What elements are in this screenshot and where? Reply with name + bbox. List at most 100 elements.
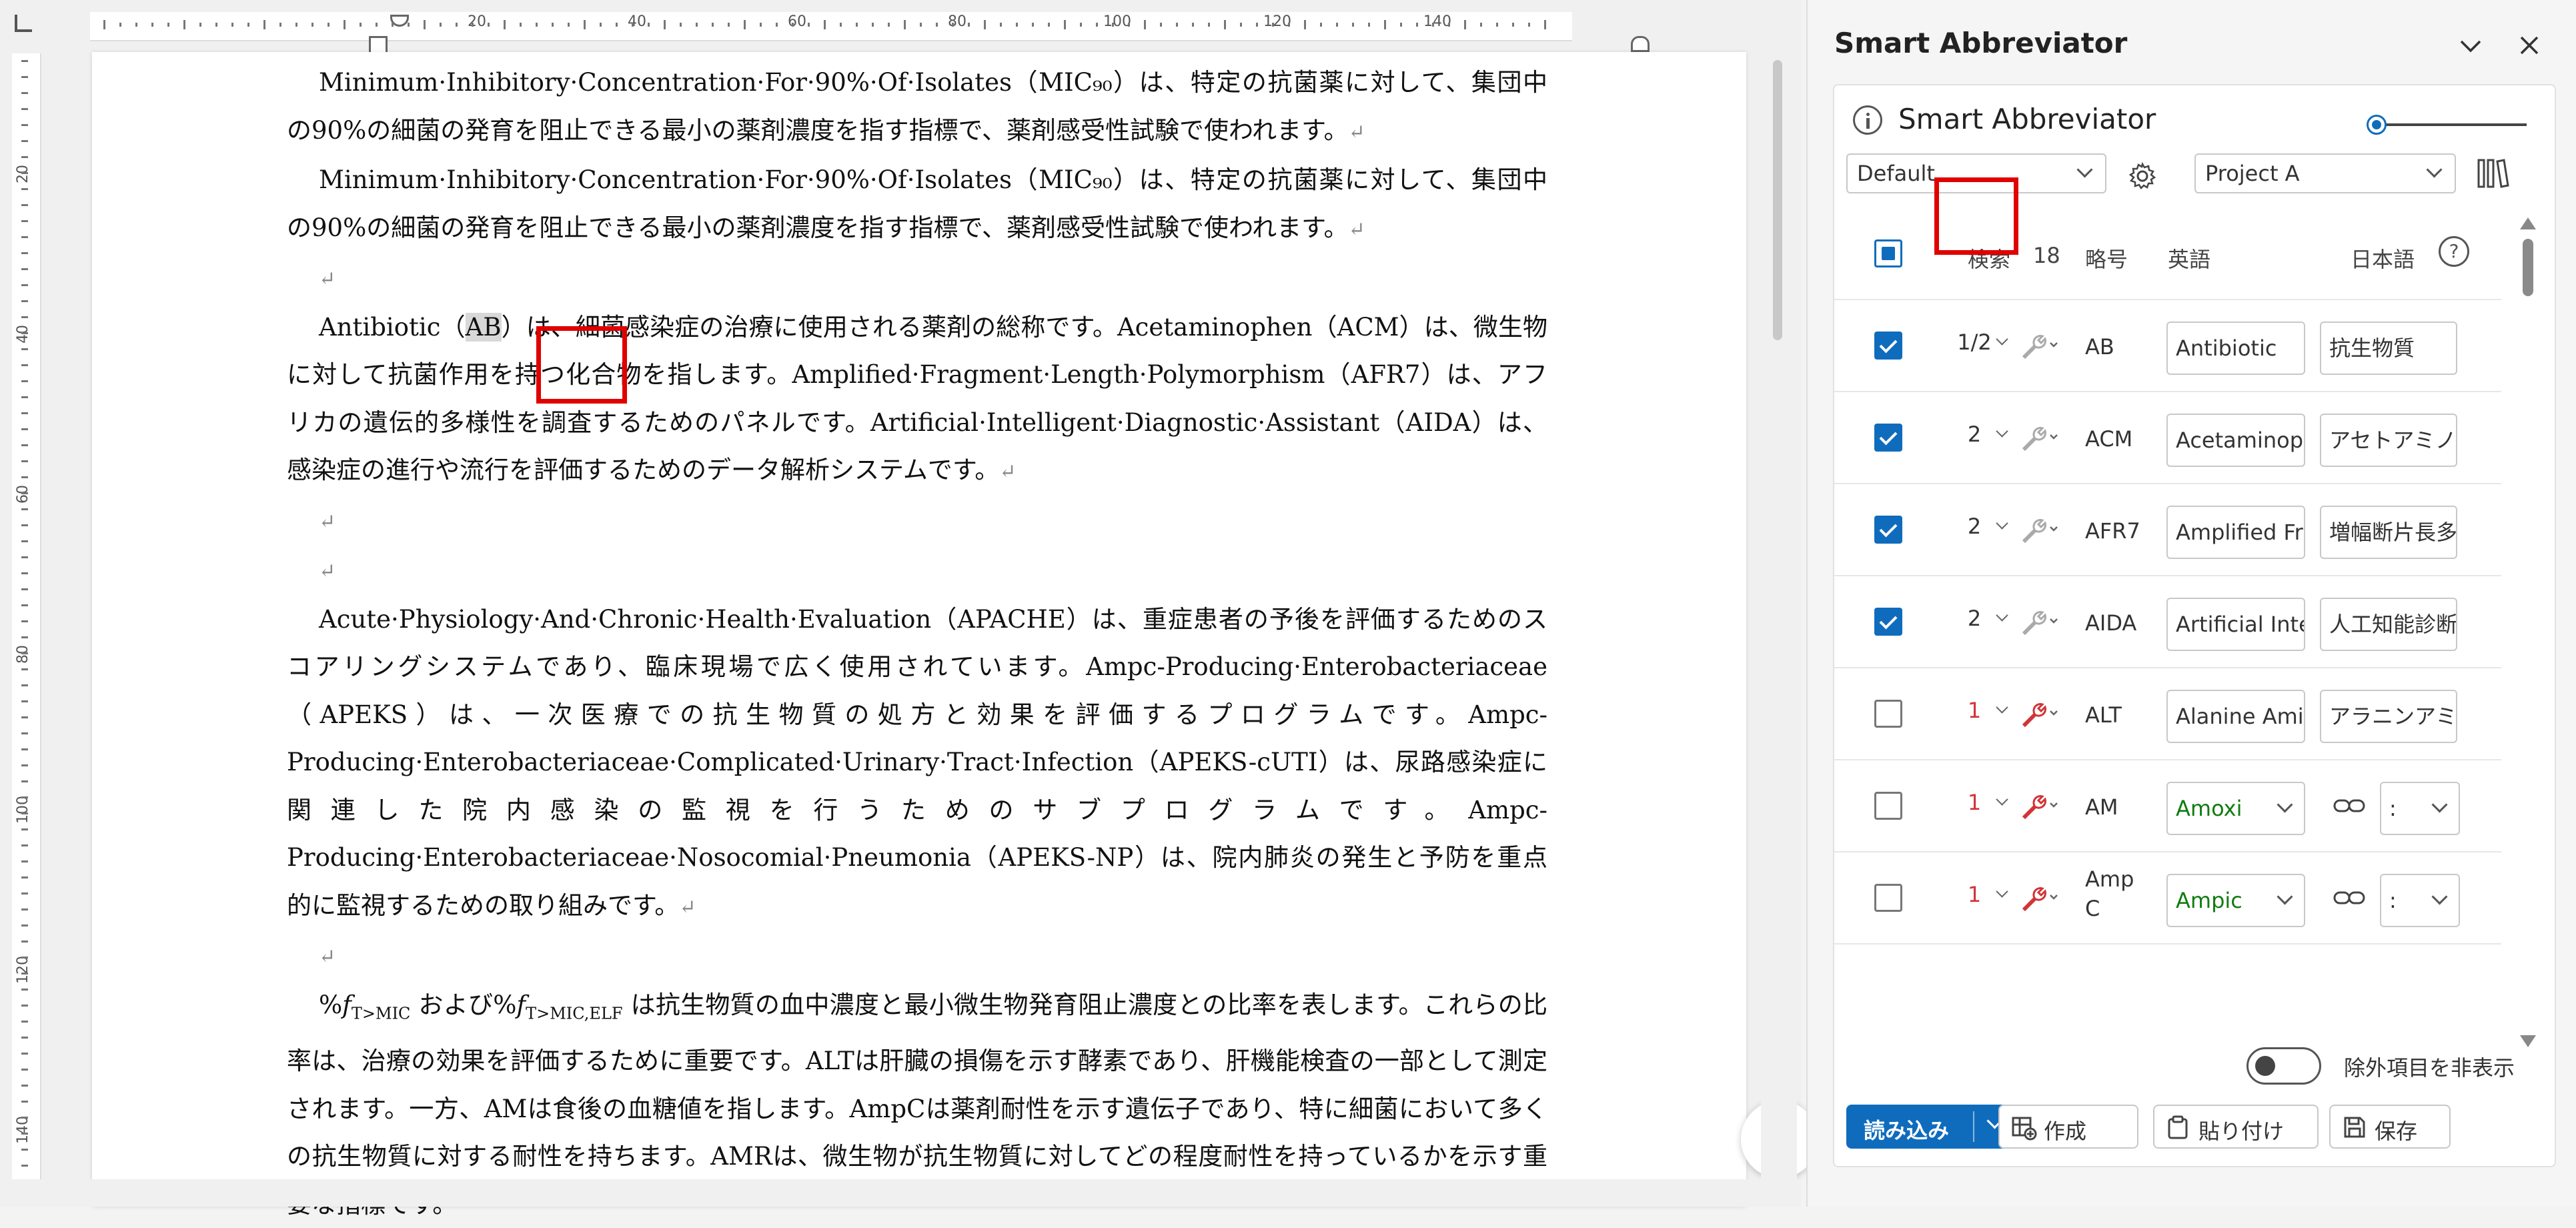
japanese-field[interactable]: 抗生物質 [2320, 322, 2457, 375]
chevron-down-icon[interactable] [2452, 27, 2489, 64]
wrench-icon[interactable] [2018, 606, 2060, 638]
create-button[interactable]: 作成 [1998, 1105, 2138, 1149]
empty-paragraph: ↵ [287, 496, 1547, 546]
japanese-field[interactable]: 人工知能診断 [2320, 598, 2457, 651]
row-checkbox[interactable] [1874, 884, 1902, 912]
match-count[interactable]: 2 [1934, 422, 2014, 447]
wrench-icon[interactable] [2018, 882, 2060, 914]
japanese-field[interactable]: 増幅断片長多型 [2320, 506, 2457, 559]
columns-icon[interactable] [2475, 156, 2512, 191]
english-field[interactable]: Artificial Intelligent [2166, 598, 2305, 651]
wrench-icon[interactable] [2018, 514, 2060, 546]
exclude-label: 除外項目を非表示 [2344, 1051, 2515, 1082]
level-slider[interactable] [2367, 115, 2527, 135]
ruler-tick [872, 23, 874, 27]
japanese-field[interactable]: アラニンアミノ [2320, 690, 2457, 743]
japanese-select[interactable]: : [2380, 782, 2460, 835]
help-icon[interactable]: ? [2439, 236, 2469, 267]
table-row[interactable]: 2AFR7Amplified Fragment増幅断片長多型 [1834, 483, 2501, 576]
ruler-number: 60 [15, 485, 31, 504]
ruler-tick [376, 23, 378, 27]
wrench-icon[interactable] [2018, 790, 2060, 822]
close-icon[interactable] [2511, 27, 2548, 64]
japanese-field[interactable]: アセトアミノフェン [2320, 414, 2457, 467]
table-row[interactable]: 1AMAmoxi: [1834, 759, 2501, 852]
column-english[interactable]: 英語 [2168, 243, 2210, 273]
document-body[interactable]: Minimum·Inhibitory·Concentration·For·90%… [287, 59, 1547, 1228]
horizontal-ruler[interactable]: 20406080100120140 [90, 12, 1572, 41]
english-select[interactable]: Ampic [2166, 874, 2305, 927]
ruler-tick [21, 188, 28, 190]
empty-paragraph: ↵ [287, 253, 1547, 303]
wrench-icon[interactable] [2018, 698, 2060, 730]
abbreviation-table: 1/2ABAntibiotic抗生物質2ACMAcetaminophenアセトア… [1834, 299, 2501, 966]
load-button[interactable]: 読み込み [1846, 1105, 2014, 1149]
column-japanese[interactable]: 日本語 [2351, 243, 2415, 273]
paste-button[interactable]: 貼り付け [2153, 1105, 2319, 1149]
table-row[interactable]: 2ACMAcetaminophenアセトアミノフェン [1834, 391, 2501, 484]
row-checkbox[interactable] [1874, 700, 1902, 728]
link-icon[interactable] [2331, 790, 2368, 822]
selected-abbreviation[interactable]: AB [466, 313, 502, 342]
english-select[interactable]: Amoxi [2166, 782, 2305, 835]
ruler-number: 100 [1103, 13, 1131, 30]
table-row[interactable]: 1Amp CAmpic: [1834, 851, 2501, 945]
ruler-tick [888, 23, 890, 27]
scroll-up-icon[interactable] [2520, 217, 2536, 229]
exclude-toggle[interactable] [2246, 1047, 2321, 1085]
match-count[interactable]: 2 [1934, 606, 2014, 631]
row-checkbox[interactable] [1874, 424, 1902, 452]
ruler-tick [21, 844, 28, 846]
match-count[interactable]: 2 [1934, 514, 2014, 539]
pane-scrollbar[interactable] [2515, 212, 2541, 1053]
ruler-tick [568, 23, 570, 27]
scroll-down-icon[interactable] [2520, 1035, 2536, 1047]
ruler-tick [1256, 23, 1258, 27]
info-icon[interactable] [1853, 105, 1882, 135]
document-page[interactable]: Minimum·Inhibitory·Concentration·For·90%… [92, 52, 1746, 1207]
english-field[interactable]: Acetaminophen [2166, 414, 2305, 467]
project-dropdown[interactable]: Project A [2194, 153, 2456, 193]
document-scrollbar[interactable] [1761, 0, 1797, 1207]
table-row[interactable]: 1AMRAntimicrobial抗菌薬耐性 [1834, 943, 2501, 966]
ruler-tick [21, 1021, 28, 1023]
table-row[interactable]: 1ALTAlanine Aminotransferaseアラニンアミノ [1834, 667, 2501, 760]
ruler-tick [119, 23, 121, 27]
ruler-tick [696, 23, 698, 27]
match-count[interactable]: 1 [1934, 790, 2014, 815]
match-count[interactable]: 1 [1934, 882, 2014, 907]
ruler-tick [21, 860, 28, 862]
ruler-tick [21, 60, 28, 62]
row-checkbox[interactable] [1874, 332, 1902, 360]
row-checkbox[interactable] [1874, 792, 1902, 820]
wrench-icon[interactable] [2018, 422, 2060, 454]
row-checkbox[interactable] [1874, 608, 1902, 636]
row-checkbox[interactable] [1874, 516, 1902, 544]
japanese-select[interactable]: : [2380, 874, 2460, 927]
select-all-checkbox[interactable] [1874, 239, 1902, 267]
gear-icon[interactable] [2128, 161, 2157, 191]
link-icon[interactable] [2331, 882, 2368, 914]
tab-stop-selector[interactable] [15, 15, 32, 32]
save-button[interactable]: 保存 [2329, 1105, 2451, 1149]
ruler-tick [600, 23, 602, 27]
english-field[interactable]: Amplified Fragment [2166, 506, 2305, 559]
ruler-tick [151, 23, 153, 27]
ruler-tick [1480, 23, 1482, 27]
english-field[interactable]: Antibiotic [2166, 322, 2305, 375]
addin-title: Smart Abbreviator [1898, 103, 2156, 135]
table-row[interactable]: 2AIDAArtificial Intelligent人工知能診断 [1834, 575, 2501, 668]
ruler-tick [21, 236, 28, 238]
ruler-number: 60 [788, 13, 806, 30]
ruler-tick [21, 508, 28, 510]
ruler-tick [408, 23, 410, 27]
match-count[interactable]: 1/2 [1934, 330, 2014, 355]
wrench-icon[interactable] [2018, 330, 2060, 362]
column-abbr[interactable]: 略号 [2085, 243, 2128, 273]
scroll-thumb[interactable] [2523, 239, 2533, 296]
english-field[interactable]: Alanine Aminotransferase [2166, 690, 2305, 743]
right-indent-marker[interactable] [1631, 36, 1650, 52]
status-area [0, 1179, 1801, 1207]
table-row[interactable]: 1/2ABAntibiotic抗生物質 [1834, 299, 2501, 392]
match-count[interactable]: 1 [1934, 698, 2014, 723]
